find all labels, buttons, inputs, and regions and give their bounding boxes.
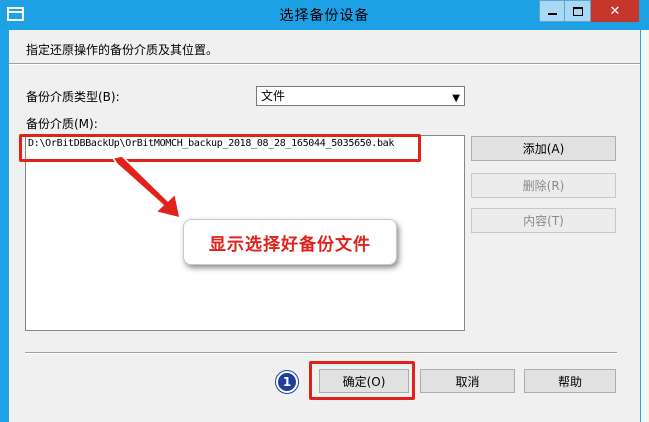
ok-highlight-box [309,361,415,400]
step-badge: 1 [276,371,298,393]
annotation-callout: 显示选择好备份文件 [183,219,397,265]
annotation-arrow-icon [111,155,181,220]
